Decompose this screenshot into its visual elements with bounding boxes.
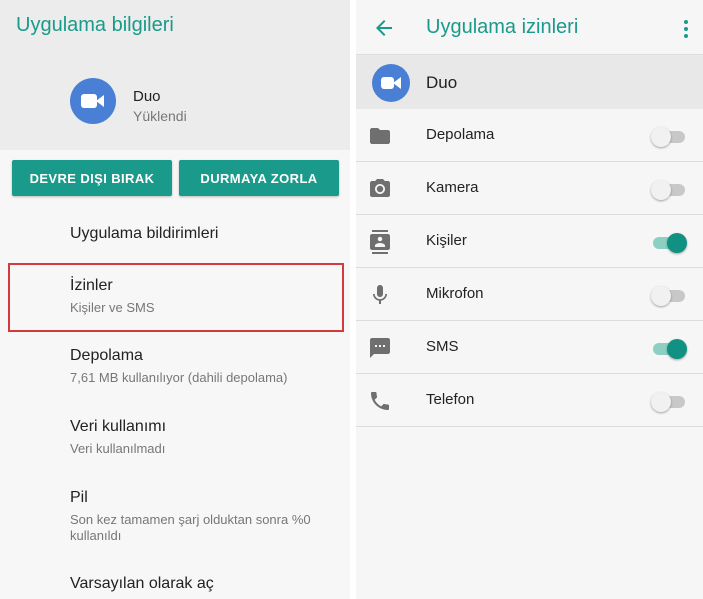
permission-toggle[interactable] (651, 337, 687, 359)
page-title: Uygulama bilgileri (16, 14, 174, 36)
app-header-row: Duo (356, 56, 703, 109)
item-title: Pil (70, 489, 88, 506)
storage-item[interactable]: Depolama 7,61 MB kullanılıyor (dahili de… (70, 347, 340, 386)
camera-icon (370, 179, 390, 197)
data-usage-item[interactable]: Veri kullanımı Veri kullanılmadı (70, 418, 340, 457)
contacts-icon (370, 230, 390, 254)
highlight-box (8, 263, 344, 332)
permission-label: Kişiler (426, 232, 467, 249)
permission-toggle[interactable] (651, 178, 687, 200)
permission-label: Depolama (426, 126, 495, 143)
sms-icon (370, 338, 390, 358)
permission-toggle[interactable] (651, 231, 687, 253)
duo-camera-icon (70, 78, 116, 124)
item-title: Depolama (70, 347, 143, 364)
battery-item[interactable]: Pil Son kez tamamen şarj olduktan sonra … (70, 489, 340, 544)
app-name: Duo (426, 73, 458, 92)
back-arrow-icon[interactable] (372, 16, 396, 40)
permission-row-contacts[interactable]: Kişiler (356, 215, 703, 268)
permission-row-microphone[interactable]: Mikrofon (356, 268, 703, 321)
permission-label: Kamera (426, 179, 479, 196)
permission-toggle[interactable] (651, 284, 687, 306)
folder-icon (370, 128, 390, 144)
phone-icon (371, 392, 389, 410)
item-subtitle: Son kez tamamen şarj olduktan sonra %0 k… (70, 512, 311, 543)
duo-camera-icon (372, 64, 410, 102)
open-by-default-item[interactable]: Varsayılan olarak aç (70, 575, 340, 593)
toolbar: Uygulama izinleri (356, 0, 703, 55)
permission-label: Mikrofon (426, 285, 484, 302)
permission-label: SMS (426, 338, 459, 355)
disable-button[interactable]: DEVRE DIŞI BIRAK (12, 160, 172, 196)
permission-toggle[interactable] (651, 390, 687, 412)
overflow-menu-icon[interactable] (674, 17, 698, 41)
permission-label: Telefon (426, 391, 475, 408)
item-subtitle: 7,61 MB kullanılıyor (dahili depolama) (70, 370, 288, 385)
app-info-header: Uygulama bilgileri Duo Yüklendi (0, 0, 350, 150)
item-title: Uygulama bildirimleri (70, 225, 219, 242)
page-title: Uygulama izinleri (426, 16, 579, 38)
item-title: Varsayılan olarak aç (70, 575, 214, 592)
permission-row-storage[interactable]: Depolama (356, 109, 703, 162)
microphone-icon (373, 285, 387, 304)
force-stop-button[interactable]: DURMAYA ZORLA (179, 160, 339, 196)
app-status: Yüklendi (133, 108, 187, 124)
app-permissions-screen: Uygulama izinleri Duo Depolama Kamera Ki… (356, 0, 703, 599)
permission-toggle[interactable] (651, 125, 687, 147)
permission-row-phone[interactable]: Telefon (356, 374, 703, 427)
item-subtitle: Veri kullanılmadı (70, 441, 166, 456)
item-title: Veri kullanımı (70, 418, 167, 435)
permission-row-sms[interactable]: SMS (356, 321, 703, 374)
notifications-item[interactable]: Uygulama bildirimleri (70, 225, 340, 243)
app-name: Duo (133, 88, 161, 105)
permission-row-camera[interactable]: Kamera (356, 162, 703, 215)
app-info-screen: Uygulama bilgileri Duo Yüklendi DEVRE DI… (0, 0, 350, 599)
